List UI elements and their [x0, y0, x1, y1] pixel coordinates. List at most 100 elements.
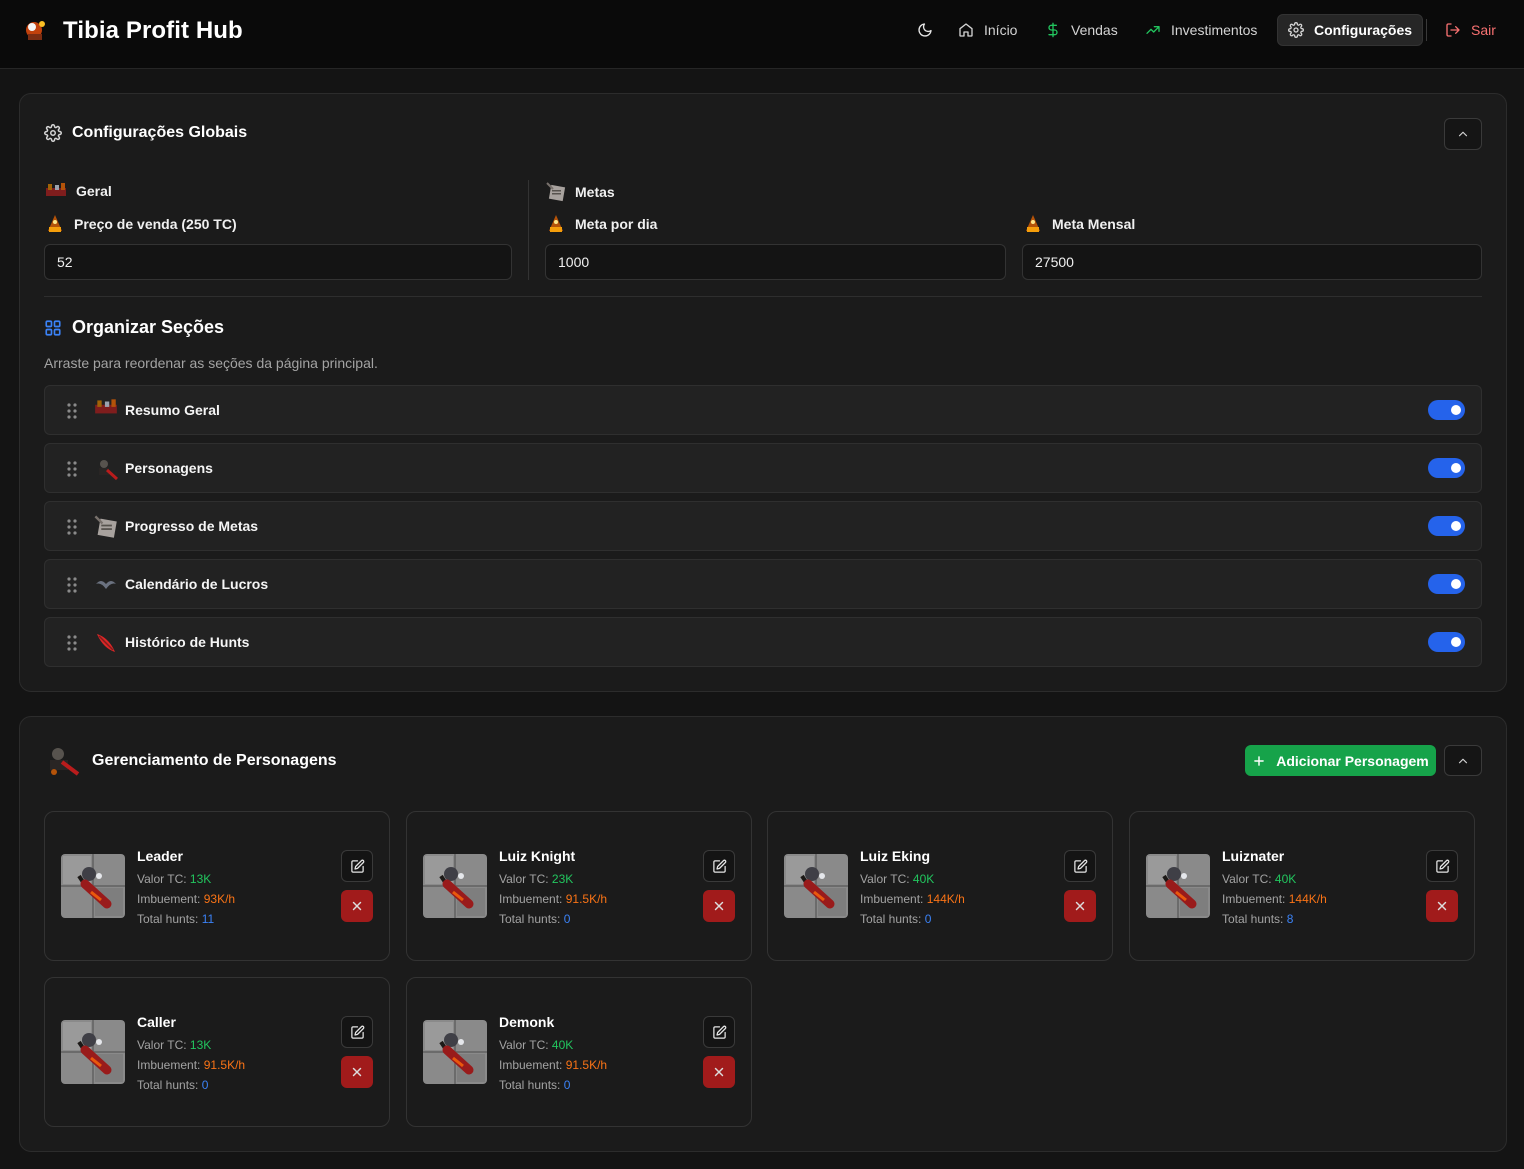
tc-value: 40K [551, 1038, 574, 1052]
character-tc: Valor TC: 13K [137, 1038, 211, 1052]
character-icon [99, 460, 119, 481]
edit-character-button[interactable] [341, 1016, 373, 1048]
character-name: Demonk [499, 1014, 555, 1030]
section-toggle[interactable] [1428, 458, 1465, 478]
organize-sections-subtitle: Arraste para reordenar as seções da pági… [44, 355, 378, 371]
nav-settings[interactable]: Configurações [1277, 14, 1424, 46]
drag-handle-icon[interactable] [65, 460, 79, 478]
gear-icon [1288, 22, 1304, 38]
general-heading-text: Geral [76, 183, 112, 199]
nav-home[interactable]: Início [948, 14, 1027, 46]
section-icon [93, 398, 119, 424]
nav-home-label: Início [984, 22, 1018, 38]
daily-goal-label: Meta por dia [545, 213, 657, 235]
section-row[interactable]: Histórico de Hunts [44, 617, 1482, 667]
daily-goal-label-text: Meta por dia [575, 216, 658, 232]
section-label: Personagens [125, 460, 213, 476]
imbuement-label: Imbuement: [499, 1058, 563, 1072]
edit-icon [1435, 859, 1449, 873]
tc-label: Valor TC: [499, 872, 549, 886]
imbuement-label: Imbuement: [499, 892, 563, 906]
character-hunts: Total hunts: 0 [499, 1078, 570, 1092]
tc-value: 13K [189, 1038, 212, 1052]
edit-character-button[interactable] [703, 1016, 735, 1048]
characters-title-text: Gerenciamento de Personagens [92, 752, 337, 769]
section-row[interactable]: Calendário de Lucros [44, 559, 1482, 609]
character-hunts: Total hunts: 8 [1222, 912, 1293, 926]
section-row[interactable]: Progresso de Metas [44, 501, 1482, 551]
goals-heading: Metas [545, 181, 615, 203]
drag-handle-icon[interactable] [65, 402, 79, 420]
section-toggle[interactable] [1428, 632, 1465, 652]
imbuement-label: Imbuement: [137, 1058, 201, 1072]
delete-character-button[interactable] [1426, 890, 1458, 922]
character-hunts: Total hunts: 0 [860, 912, 931, 926]
logout-button[interactable]: Sair [1435, 14, 1506, 46]
sale-price-input[interactable] [44, 244, 512, 280]
global-settings-title-text: Configurações Globais [72, 124, 248, 141]
section-row[interactable]: Personagens [44, 443, 1482, 493]
app-title: Tibia Profit Hub [63, 17, 243, 44]
daily-goal-input[interactable] [545, 244, 1006, 280]
section-toggle[interactable] [1428, 400, 1465, 420]
hunts-label: Total hunts: [499, 912, 561, 926]
top-navbar: Tibia Profit Hub Início Vendas Investime… [0, 0, 1524, 69]
edit-character-button[interactable] [341, 850, 373, 882]
tc-value: 13K [189, 872, 212, 886]
imbuement-label: Imbuement: [137, 892, 201, 906]
drag-handle-icon[interactable] [65, 634, 79, 652]
scroll-icon [546, 182, 566, 202]
character-card: Luiz Eking Valor TC: 40K Imbuement: 144K/h… [767, 811, 1113, 961]
imbuement-value: 93K/h [203, 892, 236, 906]
character-imbuement: Imbuement: 93K/h [137, 892, 235, 906]
coin-stack-icon [549, 215, 563, 232]
imbuement-value: 91.5K/h [565, 892, 608, 906]
chevron-up-icon [1458, 758, 1468, 763]
delete-character-button[interactable] [703, 890, 735, 922]
home-icon [959, 23, 973, 37]
delete-character-button[interactable] [703, 1056, 735, 1088]
character-icon [50, 748, 80, 776]
delete-character-button[interactable] [341, 890, 373, 922]
hunts-label: Total hunts: [499, 1078, 561, 1092]
logout-icon [1446, 23, 1460, 37]
character-avatar [784, 854, 848, 918]
scroll-icon [94, 515, 117, 538]
nav-sales-label: Vendas [1071, 22, 1118, 38]
nav-investments-label: Investimentos [1171, 22, 1258, 38]
collapse-characters-button[interactable] [1444, 745, 1482, 776]
edit-character-button[interactable] [1064, 850, 1096, 882]
character-card: Luiznater Valor TC: 40K Imbuement: 144K/h T… [1129, 811, 1475, 961]
edit-character-button[interactable] [703, 850, 735, 882]
section-row[interactable]: Resumo Geral [44, 385, 1482, 435]
monthly-goal-input[interactable] [1022, 244, 1482, 280]
character-avatar [423, 1020, 487, 1084]
edit-character-button[interactable] [1426, 850, 1458, 882]
plus-icon [1254, 755, 1265, 766]
add-character-button[interactable]: Adicionar Personagem [1245, 745, 1436, 776]
character-avatar [1146, 854, 1210, 918]
delete-character-button[interactable] [341, 1056, 373, 1088]
coin-stack-icon [1026, 215, 1040, 232]
chest-icon [46, 183, 66, 196]
trending-up-icon [1146, 25, 1160, 34]
character-imbuement: Imbuement: 91.5K/h [499, 892, 607, 906]
character-tc: Valor TC: 13K [137, 872, 211, 886]
drag-handle-icon[interactable] [65, 518, 79, 536]
collapse-global-button[interactable] [1444, 118, 1482, 150]
imbuement-value: 91.5K/h [565, 1058, 608, 1072]
section-toggle[interactable] [1428, 574, 1465, 594]
nav-sales[interactable]: Vendas [1035, 14, 1128, 46]
character-card: Leader Valor TC: 13K Imbuement: 93K/h Total… [44, 811, 390, 961]
nav-investments[interactable]: Investimentos [1135, 14, 1267, 46]
edit-icon [1073, 859, 1087, 873]
monthly-goal-label: Meta Mensal [1022, 213, 1135, 235]
character-tc: Valor TC: 40K [860, 872, 934, 886]
close-icon [352, 901, 362, 911]
tc-value: 40K [1274, 872, 1297, 886]
theme-toggle-button[interactable] [908, 14, 942, 46]
delete-character-button[interactable] [1064, 890, 1096, 922]
section-toggle[interactable] [1428, 516, 1465, 536]
section-label: Calendário de Lucros [125, 576, 269, 592]
drag-handle-icon[interactable] [65, 576, 79, 594]
